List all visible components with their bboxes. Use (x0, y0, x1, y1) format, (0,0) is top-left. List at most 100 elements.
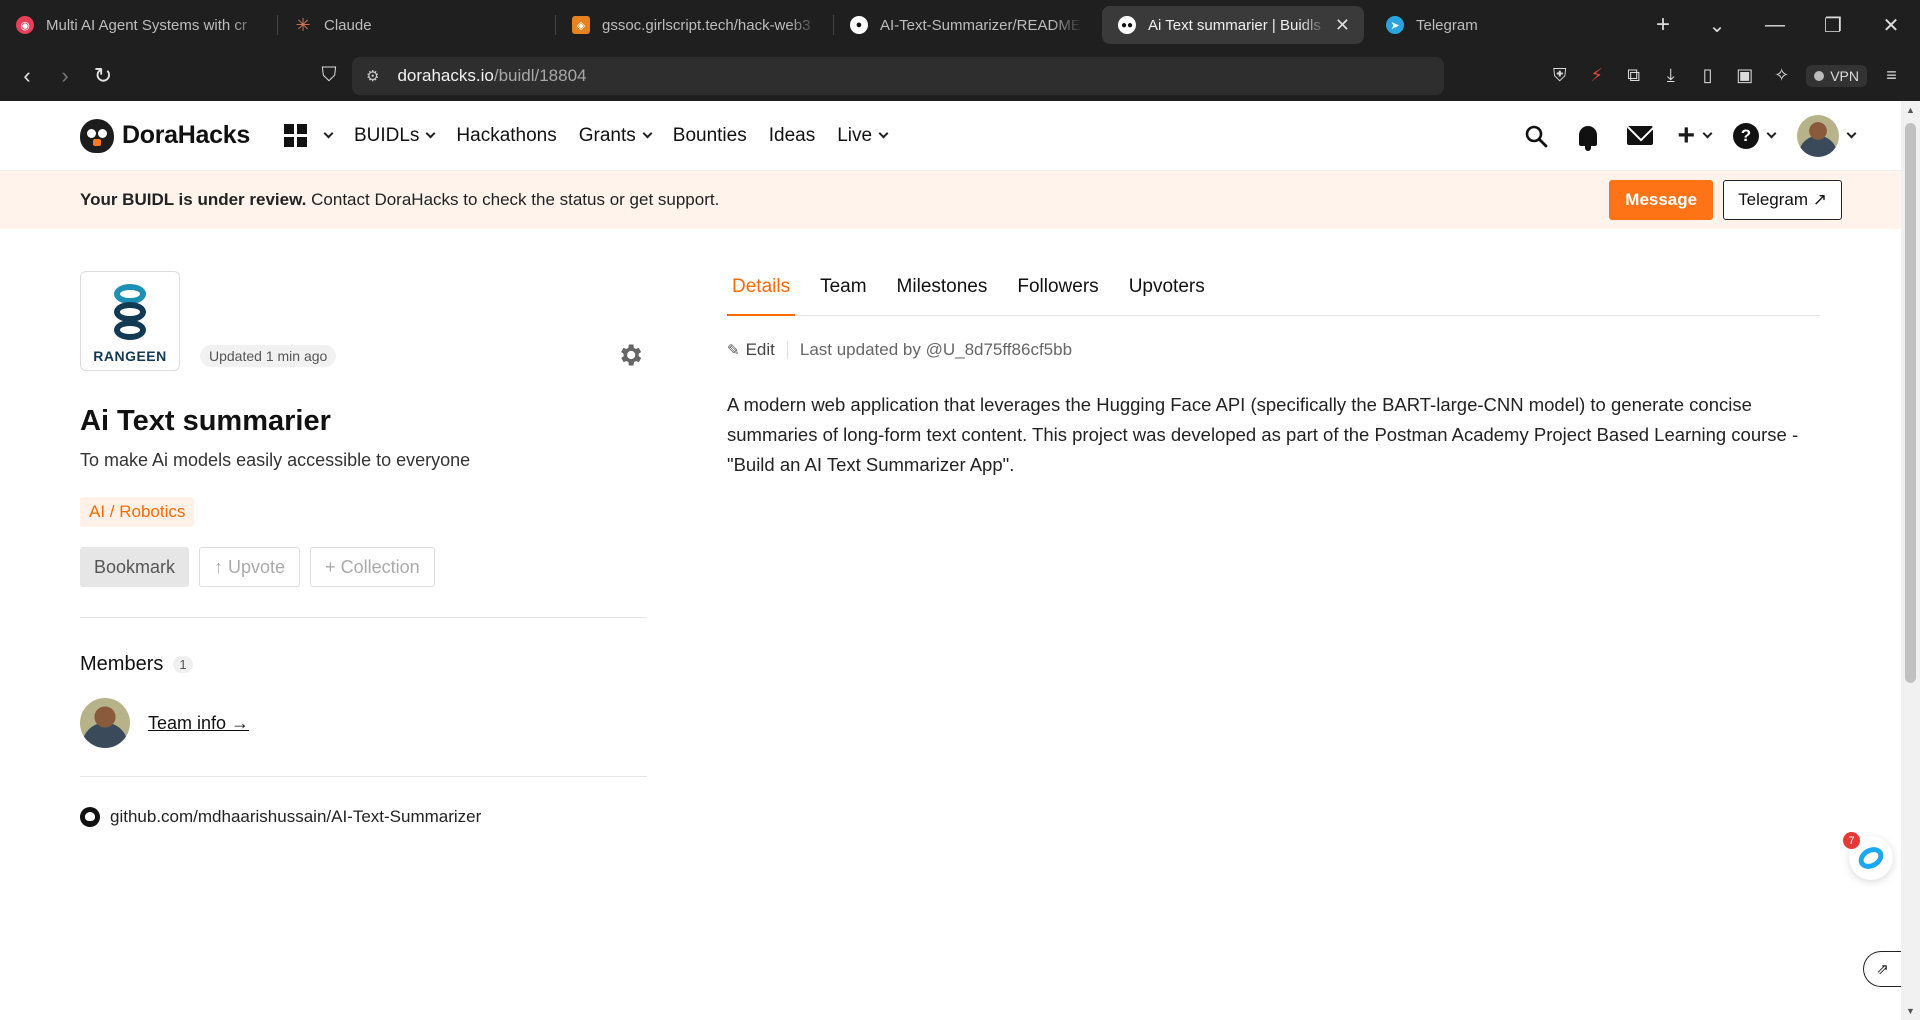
browser-tab-telegram[interactable]: ➤ Telegram (1370, 6, 1630, 44)
page-scrollbar[interactable]: ▲ ▼ (1901, 101, 1920, 1020)
github-icon: ● (850, 16, 868, 34)
nav-label: Bounties (672, 124, 747, 146)
close-window-icon[interactable]: ✕ (1862, 13, 1920, 38)
help-menu[interactable]: ? (1733, 122, 1777, 149)
nav-ideas[interactable]: Ideas (769, 125, 815, 147)
tab-title: Ai Text summarier | Buidls | (1148, 16, 1327, 34)
banner-bold: Your BUIDL is under review. (80, 190, 307, 209)
browser-tab-dorahacks[interactable]: ●● Ai Text summarier | Buidls | ✕ (1102, 6, 1364, 44)
nav-label: Ideas (768, 124, 816, 146)
nav-label: BUIDLs (353, 124, 420, 146)
back-icon[interactable]: ‹ (8, 63, 46, 89)
team-info-link[interactable]: Team info → (148, 713, 249, 734)
banner-text: Contact DoraHacks to check the status or… (306, 190, 720, 209)
divider (80, 617, 647, 618)
github-link[interactable]: github.com/mdhaarishussain/AI-Text-Summa… (110, 807, 481, 827)
scrollbar-thumb[interactable] (1905, 123, 1916, 683)
telegram-icon: ➤ (1386, 16, 1404, 34)
apps-menu[interactable] (283, 124, 334, 147)
search-icon[interactable] (1521, 121, 1551, 151)
nav-bounties[interactable]: Bounties (673, 125, 747, 147)
chat-widget-button[interactable]: 7 (1843, 832, 1893, 880)
nav-buidls[interactable]: BUIDLs (353, 124, 436, 147)
tab-team[interactable]: Team (815, 276, 871, 316)
chevron-down-icon (323, 128, 334, 139)
add-collection-button[interactable]: + Collection (310, 547, 435, 587)
chat-widget-icon (1854, 842, 1888, 874)
chevron-down-icon (1766, 128, 1777, 139)
download-icon[interactable]: ⤓ (1652, 65, 1689, 86)
project-title: Ai Text summarier (80, 405, 331, 437)
close-tab-icon[interactable]: ✕ (1335, 15, 1350, 36)
gear-icon[interactable] (616, 341, 646, 371)
rangeen-logo-icon (110, 282, 150, 344)
last-updated-text: Last updated by @U_8d75ff86cf5bb (799, 340, 1073, 359)
tab-title: Claude (324, 16, 372, 34)
vpn-status-icon (1814, 70, 1825, 81)
browser-tab-multi-ai[interactable]: ◉ Multi AI Agent Systems with cr (0, 6, 278, 44)
forward-icon[interactable]: › (46, 63, 84, 89)
vpn-button[interactable]: VPN (1806, 64, 1867, 87)
nav-hackathons[interactable]: Hackathons (456, 125, 556, 147)
logo-text: RANGEEN (93, 348, 167, 364)
window-controls: + ⌄ — ❐ ✕ (1638, 11, 1920, 39)
shield-icon[interactable]: ⛨ (1541, 65, 1578, 86)
chevron-down-icon (425, 128, 436, 139)
share-widget-button[interactable]: ⇗ (1863, 951, 1901, 987)
project-logo: RANGEEN (80, 271, 180, 371)
leo-ai-icon[interactable]: ✧ (1763, 65, 1800, 86)
tab-followers[interactable]: Followers (1012, 276, 1103, 316)
mail-icon[interactable] (1625, 121, 1655, 151)
tab-milestones[interactable]: Milestones (892, 276, 993, 316)
address-bar[interactable]: ⚙ dorahacks.io/buidl/18804 ⇪ 2 (352, 56, 1444, 247)
browser-tab-gssoc[interactable]: ◈ gssoc.girlscript.tech/hack-web3 (556, 6, 834, 44)
scroll-up-icon[interactable]: ▲ (1901, 105, 1920, 115)
nav-label: Grants (578, 124, 636, 146)
share-icon: ⇗ (1876, 961, 1889, 978)
members-heading: Members 1 (80, 653, 647, 676)
telegram-button[interactable]: Telegram ↗ (1723, 180, 1842, 220)
site-header: DoraHacks BUIDLs Hackathons Grants Bount… (0, 101, 1901, 171)
nav-grants[interactable]: Grants (578, 124, 653, 147)
upvote-button[interactable]: ↑ Upvote (199, 547, 301, 587)
url-text[interactable]: dorahacks.io/buidl/18804 (397, 66, 586, 86)
browser-tab-claude[interactable]: ✳ Claude (278, 6, 556, 44)
category-tag[interactable]: AI / Robotics (80, 497, 195, 527)
browser-toolbar: ‹ › ↻ ⛉ ⚙ dorahacks.io/buidl/18804 ⇪ 2 ⛨… (0, 50, 1920, 247)
tab-list-chevron-icon[interactable]: ⌄ (1688, 13, 1746, 38)
tab-details[interactable]: Details (727, 276, 796, 316)
scroll-down-icon[interactable]: ▼ (1901, 1006, 1920, 1016)
reload-icon[interactable]: ↻ (84, 63, 122, 89)
github-link-row[interactable]: github.com/mdhaarishussain/AI-Text-Summa… (80, 807, 647, 827)
bolt-icon[interactable]: ⚡ (1578, 65, 1615, 86)
tab-title: gssoc.girlscript.tech/hack-web3 (602, 16, 811, 34)
tab-title: Telegram (1416, 16, 1478, 34)
sidebar-icon[interactable]: ▯ (1689, 65, 1726, 86)
tab-title: Multi AI Agent Systems with cr (46, 16, 247, 34)
tab-upvoters[interactable]: Upvoters (1124, 276, 1210, 316)
message-button[interactable]: Message (1609, 180, 1714, 220)
minimize-icon[interactable]: — (1746, 14, 1804, 37)
profile-menu[interactable] (1797, 114, 1857, 157)
members-label: Members (80, 653, 164, 675)
chevron-down-icon (642, 128, 653, 139)
wallet-icon[interactable]: ▣ (1726, 65, 1763, 86)
site-settings-icon[interactable]: ⚙ (366, 67, 379, 85)
browser-tab-github[interactable]: ● AI-Text-Summarizer/README.m (834, 6, 1096, 44)
restore-icon[interactable]: ❐ (1804, 13, 1862, 38)
dorahacks-logo[interactable]: DoraHacks (80, 118, 250, 153)
chevron-down-icon (1702, 128, 1713, 139)
bookmark-page-icon[interactable]: ⛉ (314, 64, 344, 87)
extensions-icon[interactable]: ⧉ (1615, 65, 1652, 86)
bookmark-button[interactable]: Bookmark (80, 547, 190, 587)
menu-icon[interactable]: ≡ (1873, 65, 1910, 86)
bell-icon[interactable] (1573, 121, 1603, 151)
avatar[interactable] (80, 698, 130, 748)
edit-row: ✎ Edit Last updated by @U_8d75ff86cf5bb (727, 340, 1820, 360)
new-tab-icon[interactable]: + (1638, 11, 1688, 39)
create-menu[interactable]: + (1677, 120, 1713, 151)
browser-tab-strip: ◉ Multi AI Agent Systems with cr ✳ Claud… (0, 0, 1920, 50)
nav-live[interactable]: Live (837, 125, 889, 147)
edit-button[interactable]: Edit (746, 340, 775, 360)
pencil-icon: ✎ (727, 342, 740, 359)
